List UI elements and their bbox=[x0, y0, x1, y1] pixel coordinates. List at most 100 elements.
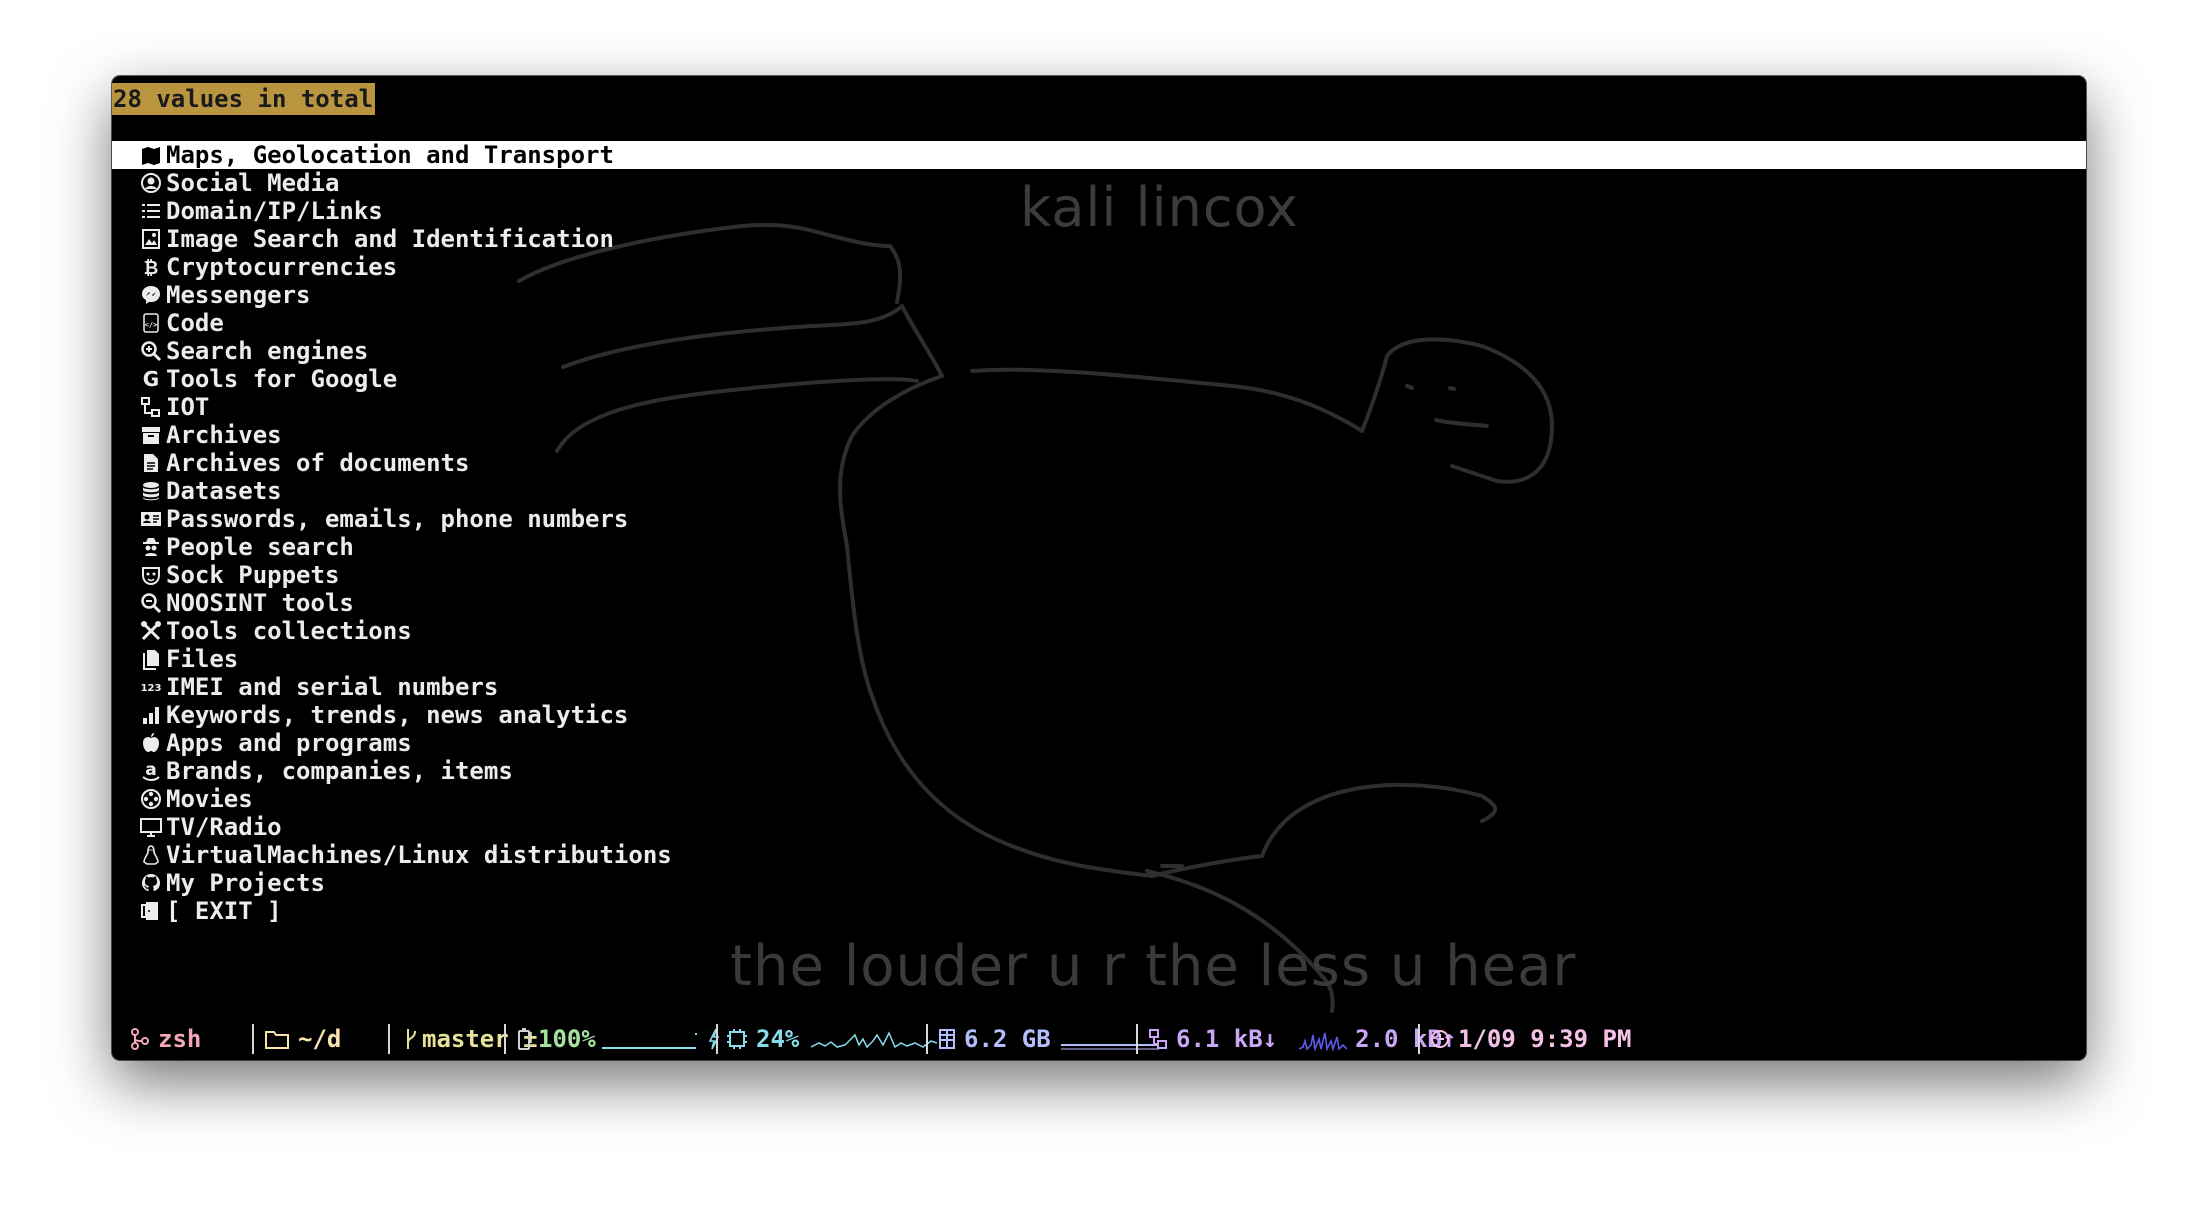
menu-item[interactable]: Files bbox=[112, 645, 2086, 673]
status-bar: zsh ~/d master ± 100% 24% 6.2 GB 6.1 kB↓… bbox=[112, 1020, 2086, 1058]
menu-item-label: Brands, companies, items bbox=[166, 757, 513, 785]
menu-item[interactable]: Movies bbox=[112, 785, 2086, 813]
menu-item[interactable]: ₿ Cryptocurrencies bbox=[112, 253, 2086, 281]
user-circle-icon bbox=[138, 170, 164, 196]
code-file-icon: </> bbox=[138, 310, 164, 336]
battery-segment[interactable]: 100% bbox=[518, 1020, 728, 1058]
bitcoin-icon: ₿ bbox=[138, 254, 164, 280]
memory-segment[interactable]: 6.2 GB bbox=[938, 1020, 1159, 1058]
search-plus-icon bbox=[138, 338, 164, 364]
svg-text:123: 123 bbox=[141, 683, 162, 694]
menu-item[interactable]: Sock Puppets bbox=[112, 561, 2086, 589]
menu-item-label: IOT bbox=[166, 393, 210, 421]
menu-item[interactable]: [ EXIT ] bbox=[112, 897, 2086, 925]
separator bbox=[252, 1024, 254, 1054]
menu-item[interactable]: Tools collections bbox=[112, 617, 2086, 645]
image-icon bbox=[138, 226, 164, 252]
cpu-graph bbox=[811, 1031, 938, 1049]
menu-item[interactable]: </> Code bbox=[112, 309, 2086, 337]
menu-item-label: Datasets bbox=[166, 477, 282, 505]
separator bbox=[926, 1024, 928, 1054]
menu-item[interactable]: NOOSINT tools bbox=[112, 589, 2086, 617]
clock-segment[interactable]: 1/09 9:39 PM bbox=[1430, 1020, 1631, 1058]
menu-item[interactable]: Archives bbox=[112, 421, 2086, 449]
menu-item[interactable]: G Tools for Google bbox=[112, 365, 2086, 393]
menu-item[interactable]: Image Search and Identification bbox=[112, 225, 2086, 253]
menu-item[interactable]: My Projects bbox=[112, 869, 2086, 897]
search-minus-icon bbox=[138, 590, 164, 616]
menu-item-label: My Projects bbox=[166, 869, 325, 897]
separator bbox=[1136, 1024, 1138, 1054]
menu-list: Maps, Geolocation and Transport Social Me… bbox=[112, 141, 2086, 925]
network-icon bbox=[1148, 1028, 1168, 1050]
menu-item[interactable]: a Brands, companies, items bbox=[112, 757, 2086, 785]
menu-item[interactable]: Passwords, emails, phone numbers bbox=[112, 505, 2086, 533]
shell-icon bbox=[130, 1027, 150, 1051]
menu-item[interactable]: 123 IMEI and serial numbers bbox=[112, 673, 2086, 701]
network-graph bbox=[1299, 1032, 1348, 1051]
separator bbox=[388, 1024, 390, 1054]
spy-icon bbox=[138, 534, 164, 560]
menu-item-label: Files bbox=[166, 645, 239, 673]
menu-item-label: Tools for Google bbox=[166, 365, 398, 393]
menu-item[interactable]: Archives of documents bbox=[112, 449, 2086, 477]
cpu-percent: 24% bbox=[756, 1025, 800, 1053]
directory-segment[interactable]: ~/d bbox=[264, 1020, 341, 1058]
files-icon bbox=[138, 646, 164, 672]
menu-item[interactable]: People search bbox=[112, 533, 2086, 561]
menu-item[interactable]: Apps and programs bbox=[112, 729, 2086, 757]
menu-item[interactable]: Search engines bbox=[112, 337, 2086, 365]
menu-item-label: Maps, Geolocation and Transport bbox=[166, 141, 614, 169]
menu-item-label: Keywords, trends, news analytics bbox=[166, 701, 629, 729]
messenger-icon bbox=[138, 282, 164, 308]
menu-item-label: Archives of documents bbox=[166, 449, 470, 477]
monitor-icon bbox=[138, 814, 164, 840]
numbers-123-icon: 123 bbox=[138, 674, 164, 700]
google-icon: G bbox=[138, 366, 164, 392]
separator bbox=[716, 1024, 718, 1054]
current-directory: ~/d bbox=[298, 1025, 342, 1053]
clock-time: 1/09 9:39 PM bbox=[1458, 1025, 1632, 1053]
map-icon bbox=[138, 142, 164, 168]
menu-item[interactable]: Domain/IP/Links bbox=[112, 197, 2086, 225]
menu-item[interactable]: Datasets bbox=[112, 477, 2086, 505]
battery-icon bbox=[518, 1027, 530, 1051]
menu-item[interactable]: Messengers bbox=[112, 281, 2086, 309]
network-segment[interactable]: 6.1 kB↓ 2.0 kB↑ bbox=[1148, 1020, 1456, 1058]
menu-item-label: Apps and programs bbox=[166, 729, 412, 757]
cpu-segment[interactable]: 24% bbox=[726, 1020, 938, 1058]
id-card-icon bbox=[138, 506, 164, 532]
memory-usage: 6.2 GB bbox=[964, 1025, 1051, 1053]
svg-text:a: a bbox=[145, 760, 156, 780]
menu-item-label: Sock Puppets bbox=[166, 561, 340, 589]
svg-text:</>: </> bbox=[145, 321, 158, 329]
menu-item-label: Domain/IP/Links bbox=[166, 197, 383, 225]
memory-icon bbox=[938, 1028, 956, 1050]
shell-name: zsh bbox=[158, 1025, 202, 1053]
menu-item[interactable]: IOT bbox=[112, 393, 2086, 421]
menu-item-label: Tools collections bbox=[166, 617, 412, 645]
menu-item-label: Image Search and Identification bbox=[166, 225, 614, 253]
apple-icon bbox=[138, 730, 164, 756]
menu-item-label: Search engines bbox=[166, 337, 369, 365]
amazon-icon: a bbox=[138, 758, 164, 784]
bar-chart-icon bbox=[138, 702, 164, 728]
terminal-window: kali lincox the louder u r the less u he… bbox=[112, 76, 2086, 1060]
menu-item-label: Passwords, emails, phone numbers bbox=[166, 505, 629, 533]
menu-item[interactable]: Maps, Geolocation and Transport bbox=[112, 141, 2086, 169]
menu-item-label: Cryptocurrencies bbox=[166, 253, 398, 281]
archive-box-icon bbox=[138, 422, 164, 448]
menu-item[interactable]: TV/Radio bbox=[112, 813, 2086, 841]
menu-item-label: [ EXIT ] bbox=[166, 897, 282, 925]
svg-text:₿: ₿ bbox=[144, 258, 159, 278]
menu-item[interactable]: Keywords, trends, news analytics bbox=[112, 701, 2086, 729]
menu-item[interactable]: VirtualMachines/Linux distributions bbox=[112, 841, 2086, 869]
menu-item[interactable]: Social Media bbox=[112, 169, 2086, 197]
separator bbox=[1418, 1024, 1420, 1054]
shell-segment[interactable]: zsh bbox=[130, 1020, 201, 1058]
folder-icon bbox=[264, 1028, 290, 1050]
menu-item-label: Movies bbox=[166, 785, 253, 813]
menu-item-label: People search bbox=[166, 533, 354, 561]
mask-icon bbox=[138, 562, 164, 588]
menu-item-label: Archives bbox=[166, 421, 282, 449]
